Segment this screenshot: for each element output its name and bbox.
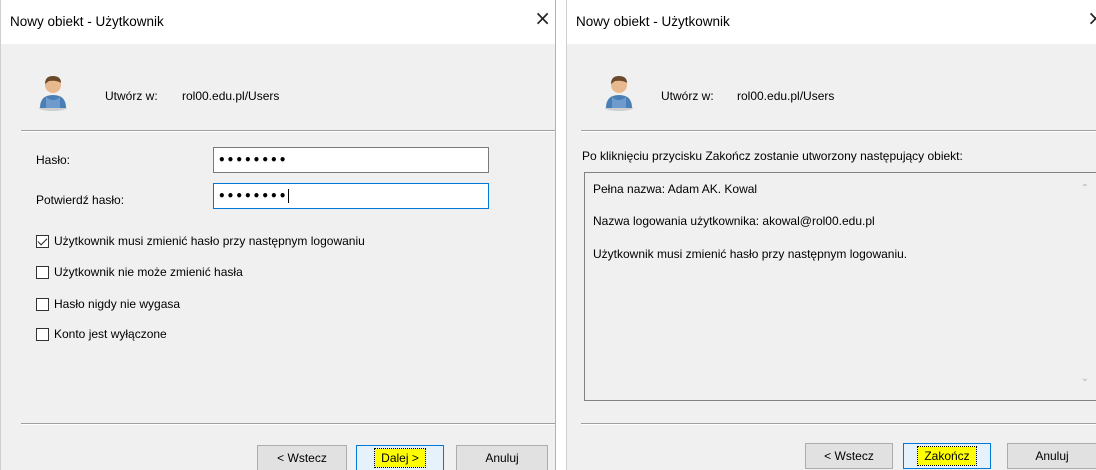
separator [21, 423, 555, 425]
separator [21, 130, 555, 132]
chevron-down-icon[interactable]: ⌄ [1081, 373, 1089, 384]
cancel-button[interactable]: Anuluj [456, 445, 548, 470]
dialog-header: Utwórz w: rol00.edu.pl/Users [1, 44, 555, 130]
user-icon [605, 76, 633, 111]
create-in-value: rol00.edu.pl/Users [737, 89, 835, 103]
next-button[interactable]: Dalej > [356, 445, 444, 470]
dialog-header: Utwórz w: rol00.edu.pl/Users [567, 44, 1096, 130]
chevron-up-icon[interactable]: ⌃ [1081, 183, 1089, 194]
checkbox-box[interactable] [36, 234, 49, 248]
checkbox-must-change-password[interactable]: Użytkownik musi zmienić hasło przy nastę… [36, 233, 365, 249]
back-button[interactable]: < Wstecz [257, 445, 347, 470]
confirm-password-input[interactable]: •••••••• [213, 183, 489, 209]
close-icon[interactable]: × [1087, 8, 1096, 28]
cancel-button[interactable]: Anuluj [1007, 443, 1096, 469]
back-button[interactable]: < Wstecz [805, 443, 893, 469]
checkbox-cannot-change-password[interactable]: Użytkownik nie może zmienić hasła [36, 264, 243, 280]
password-label: Hasło: [36, 153, 71, 167]
summary-logon-name: Nazwa logowania użytkownika: akowal@rol0… [593, 214, 875, 228]
dialog-title: Nowy obiekt - Użytkownik [10, 14, 164, 29]
text-caret [288, 189, 290, 203]
summary-password-note: Użytkownik musi zmienić hasło przy nastę… [593, 247, 908, 261]
dialog-title: Nowy obiekt - Użytkownik [576, 14, 730, 29]
password-input[interactable]: •••••••• [213, 147, 489, 173]
checkbox-box[interactable] [36, 327, 49, 341]
checkbox-password-never-expires[interactable]: Hasło nigdy nie wygasa [36, 296, 180, 312]
create-in-label: Utwórz w: [661, 89, 714, 103]
new-user-dialog-summary: Nowy obiekt - Użytkownik × Utwórz w: rol… [566, 0, 1096, 470]
separator [581, 423, 1096, 425]
separator [581, 130, 1096, 132]
create-in-value: rol00.edu.pl/Users [182, 89, 280, 103]
checkbox-label: Konto jest wyłączone [54, 327, 167, 341]
checkbox-box[interactable] [36, 265, 49, 279]
confirm-password-label: Potwierdź hasło: [36, 193, 125, 207]
checkbox-account-disabled[interactable]: Konto jest wyłączone [36, 326, 167, 342]
user-icon [39, 76, 67, 111]
checkbox-label: Użytkownik musi zmienić hasło przy nastę… [54, 234, 365, 248]
checkbox-label: Użytkownik nie może zmienić hasła [54, 265, 243, 279]
summary-full-name: Pełna nazwa: Adam AK. Kowal [593, 182, 758, 196]
checkbox-box[interactable] [36, 297, 49, 311]
title-bar: Nowy obiekt - Użytkownik × [567, 0, 1096, 44]
new-user-dialog-password: Nowy obiekt - Użytkownik × Utwórz w: rol… [0, 0, 556, 470]
title-bar: Nowy obiekt - Użytkownik × [1, 0, 555, 44]
checkbox-label: Hasło nigdy nie wygasa [54, 297, 181, 311]
create-in-label: Utwórz w: [105, 89, 158, 103]
summary-textbox[interactable]: Pełna nazwa: Adam AK. Kowal Nazwa logowa… [584, 172, 1096, 401]
close-icon[interactable]: × [534, 8, 551, 28]
summary-intro-text: Po kliknięciu przycisku Zakończ zostanie… [582, 149, 963, 163]
finish-button[interactable]: Zakończ [903, 443, 991, 469]
